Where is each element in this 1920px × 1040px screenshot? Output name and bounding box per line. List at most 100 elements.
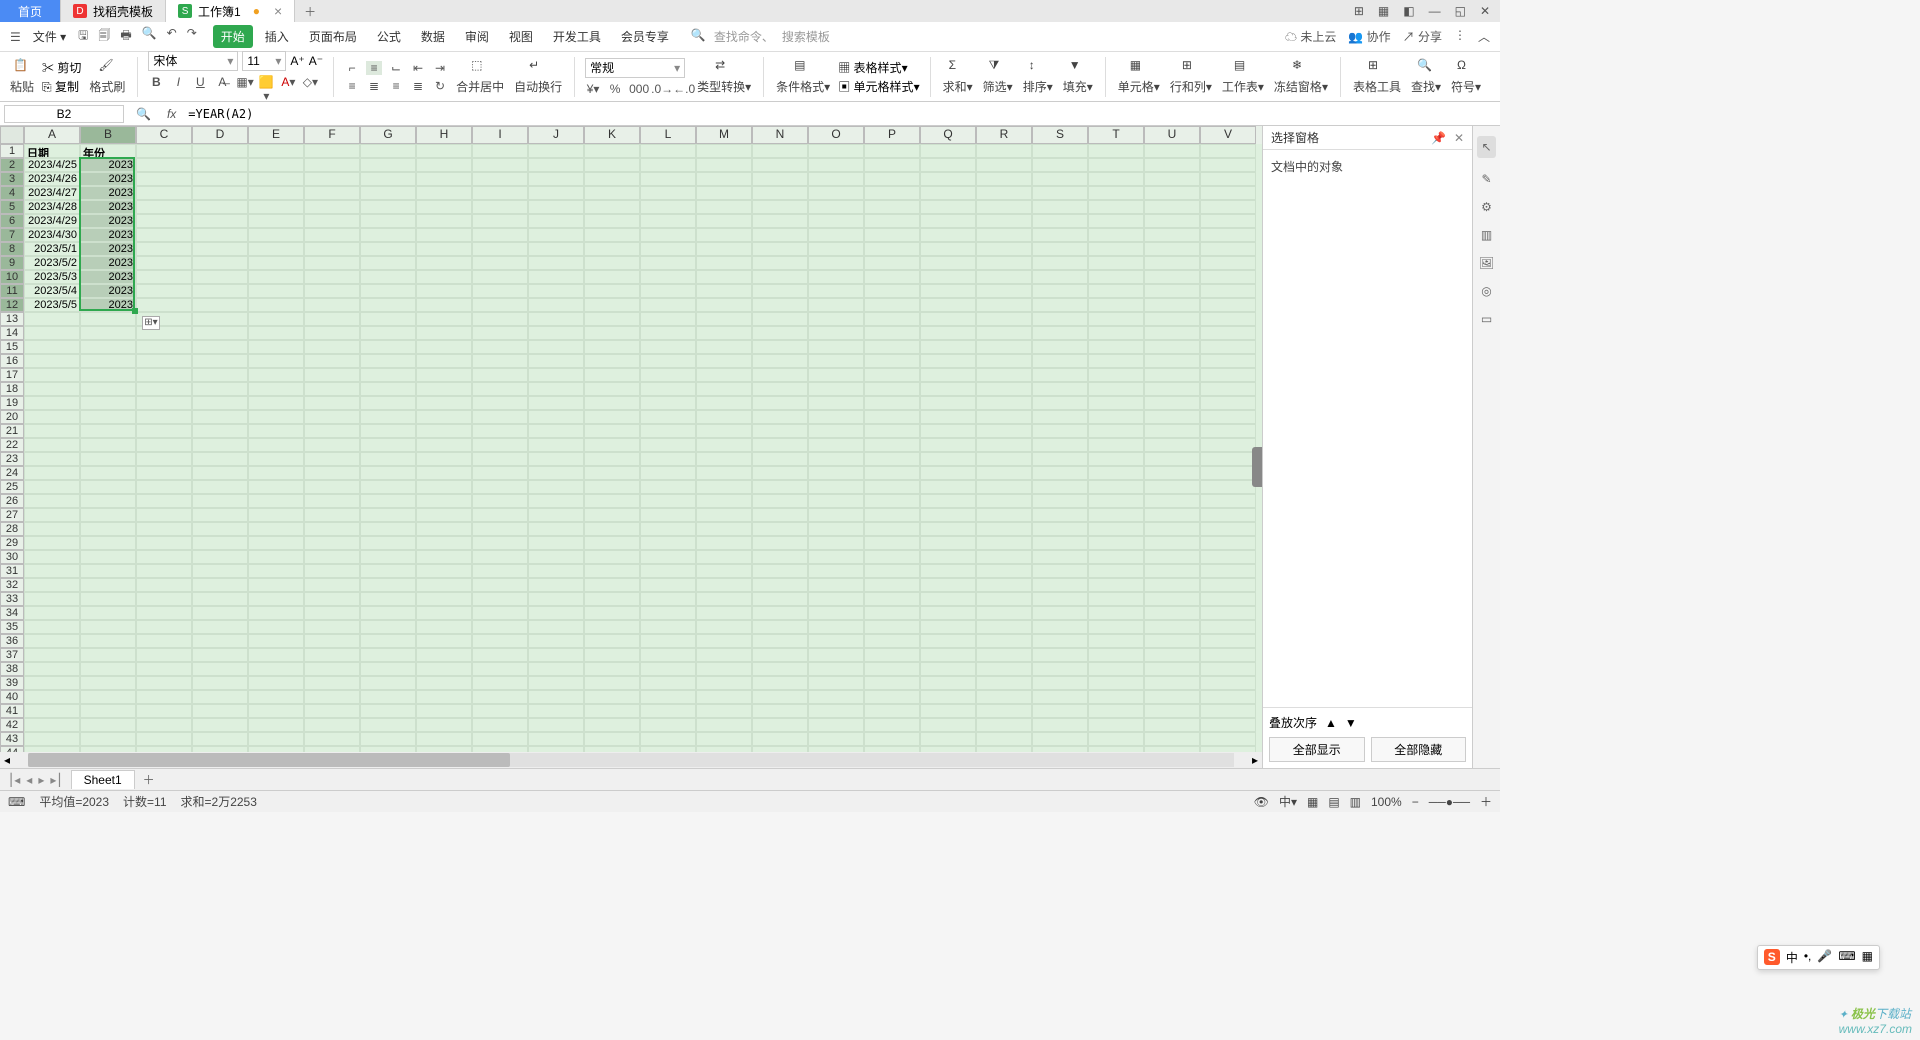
- cell[interactable]: [976, 326, 1032, 340]
- row-header[interactable]: 42: [0, 718, 24, 732]
- cell[interactable]: [976, 662, 1032, 676]
- cell[interactable]: [640, 606, 696, 620]
- cell[interactable]: [528, 396, 584, 410]
- cell[interactable]: [472, 452, 528, 466]
- cell[interactable]: [1088, 354, 1144, 368]
- cell[interactable]: [864, 564, 920, 578]
- cell[interactable]: [976, 354, 1032, 368]
- cell[interactable]: [1144, 242, 1200, 256]
- cell[interactable]: [752, 256, 808, 270]
- menu-start[interactable]: 开始: [213, 25, 253, 48]
- cell[interactable]: [1200, 494, 1256, 508]
- cell[interactable]: [248, 550, 304, 564]
- cell[interactable]: [752, 662, 808, 676]
- cell[interactable]: [1088, 452, 1144, 466]
- cell[interactable]: [976, 494, 1032, 508]
- cell[interactable]: [248, 494, 304, 508]
- cell[interactable]: [416, 676, 472, 690]
- cell[interactable]: [416, 648, 472, 662]
- cell[interactable]: [360, 704, 416, 718]
- cell[interactable]: [752, 354, 808, 368]
- cell[interactable]: [304, 200, 360, 214]
- cell[interactable]: [1088, 312, 1144, 326]
- cell[interactable]: [304, 578, 360, 592]
- cell[interactable]: [752, 522, 808, 536]
- cell[interactable]: [80, 732, 136, 746]
- row-header[interactable]: 44: [0, 746, 24, 752]
- cell[interactable]: [752, 508, 808, 522]
- cell[interactable]: [248, 676, 304, 690]
- cell[interactable]: [472, 298, 528, 312]
- cell[interactable]: [472, 648, 528, 662]
- cell[interactable]: [1032, 578, 1088, 592]
- cell[interactable]: [360, 424, 416, 438]
- cell[interactable]: [416, 256, 472, 270]
- cell[interactable]: [864, 284, 920, 298]
- cell[interactable]: [80, 396, 136, 410]
- row-header[interactable]: 16: [0, 354, 24, 368]
- cell[interactable]: [1144, 522, 1200, 536]
- cell[interactable]: [864, 382, 920, 396]
- cell[interactable]: [304, 718, 360, 732]
- cell[interactable]: [584, 466, 640, 480]
- cell[interactable]: [1088, 606, 1144, 620]
- cell[interactable]: [808, 522, 864, 536]
- close-window-icon[interactable]: ✕: [1480, 4, 1490, 18]
- row-header[interactable]: 27: [0, 508, 24, 522]
- row-header[interactable]: 32: [0, 578, 24, 592]
- cell[interactable]: [248, 438, 304, 452]
- cell[interactable]: [696, 284, 752, 298]
- cell[interactable]: [192, 200, 248, 214]
- cell-style-button[interactable]: ▣ 单元格样式▾: [838, 78, 919, 95]
- minimize-icon[interactable]: —: [1429, 4, 1441, 18]
- cell[interactable]: [528, 522, 584, 536]
- cell[interactable]: [1144, 634, 1200, 648]
- cell[interactable]: [1088, 480, 1144, 494]
- cell[interactable]: [976, 718, 1032, 732]
- cell[interactable]: [136, 732, 192, 746]
- cell[interactable]: [528, 480, 584, 494]
- cell[interactable]: [472, 424, 528, 438]
- cell[interactable]: [640, 382, 696, 396]
- cell[interactable]: [528, 214, 584, 228]
- cell[interactable]: [808, 158, 864, 172]
- cell[interactable]: [584, 424, 640, 438]
- cell[interactable]: [808, 438, 864, 452]
- cell[interactable]: [920, 690, 976, 704]
- cell[interactable]: [584, 634, 640, 648]
- cell[interactable]: [640, 200, 696, 214]
- cell[interactable]: [1088, 564, 1144, 578]
- cell[interactable]: [920, 256, 976, 270]
- number-format-combo[interactable]: 常规▾: [585, 58, 685, 78]
- cell[interactable]: [584, 242, 640, 256]
- cell[interactable]: [1088, 410, 1144, 424]
- cell[interactable]: [1200, 438, 1256, 452]
- cell[interactable]: [304, 256, 360, 270]
- cell[interactable]: [584, 186, 640, 200]
- row-header[interactable]: 24: [0, 466, 24, 480]
- cell[interactable]: [248, 172, 304, 186]
- cell[interactable]: [1032, 522, 1088, 536]
- cell[interactable]: [528, 144, 584, 158]
- sheet-tab[interactable]: Sheet1: [71, 770, 135, 789]
- cell[interactable]: [976, 452, 1032, 466]
- cell[interactable]: [528, 634, 584, 648]
- cell[interactable]: [976, 340, 1032, 354]
- cell[interactable]: [752, 200, 808, 214]
- cell[interactable]: [864, 424, 920, 438]
- cell[interactable]: [864, 480, 920, 494]
- cell[interactable]: [696, 508, 752, 522]
- cell[interactable]: [528, 494, 584, 508]
- cell[interactable]: [976, 144, 1032, 158]
- cell[interactable]: [864, 368, 920, 382]
- cell[interactable]: [1144, 690, 1200, 704]
- cell[interactable]: [808, 592, 864, 606]
- row-header[interactable]: 17: [0, 368, 24, 382]
- cell[interactable]: [696, 396, 752, 410]
- cell[interactable]: [192, 746, 248, 752]
- cell[interactable]: [248, 648, 304, 662]
- cell[interactable]: [808, 284, 864, 298]
- cell[interactable]: [360, 354, 416, 368]
- col-header-R[interactable]: R: [976, 126, 1032, 144]
- cell[interactable]: [640, 340, 696, 354]
